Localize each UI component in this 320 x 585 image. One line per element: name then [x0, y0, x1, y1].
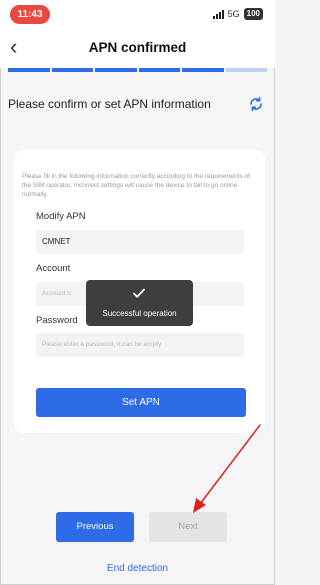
status-bar: 11:43 5G 100 — [0, 0, 275, 30]
step-progress-bar — [8, 68, 267, 72]
set-apn-button[interactable]: Set APN — [36, 388, 246, 417]
nav-bar: ‹ APN confirmed — [0, 30, 275, 68]
apn-label: Modify APN — [36, 211, 86, 222]
check-icon — [133, 288, 145, 298]
password-input[interactable]: Please enter a password, it can be empty — [36, 333, 244, 357]
previous-button[interactable]: Previous — [56, 512, 134, 542]
password-label: Password — [36, 315, 78, 326]
next-button[interactable]: Next — [149, 512, 227, 542]
progress-step — [138, 68, 180, 72]
success-toast: Successful operation — [86, 280, 193, 326]
section-title: Please confirm or set APN information — [8, 97, 211, 111]
status-indicators: 5G 100 — [212, 8, 263, 20]
refresh-icon[interactable] — [248, 96, 264, 112]
status-time: 11:43 — [10, 5, 50, 24]
signal-icon — [212, 9, 224, 19]
page-title: APN confirmed — [88, 40, 187, 55]
apn-input[interactable]: CMNET — [36, 230, 244, 254]
account-label: Account — [36, 263, 71, 274]
battery-level: 100 — [246, 9, 260, 18]
progress-step — [182, 68, 224, 72]
form-instructions: Please fill in the following information… — [22, 173, 250, 198]
progress-step — [225, 68, 267, 72]
network-type: 5G — [227, 9, 240, 19]
progress-step — [8, 68, 50, 72]
toast-message: Successful operation — [102, 309, 177, 318]
progress-step — [95, 68, 137, 72]
battery-icon: 100 — [243, 8, 263, 20]
progress-step — [51, 68, 93, 72]
end-detection-link[interactable]: End detection — [0, 563, 275, 574]
